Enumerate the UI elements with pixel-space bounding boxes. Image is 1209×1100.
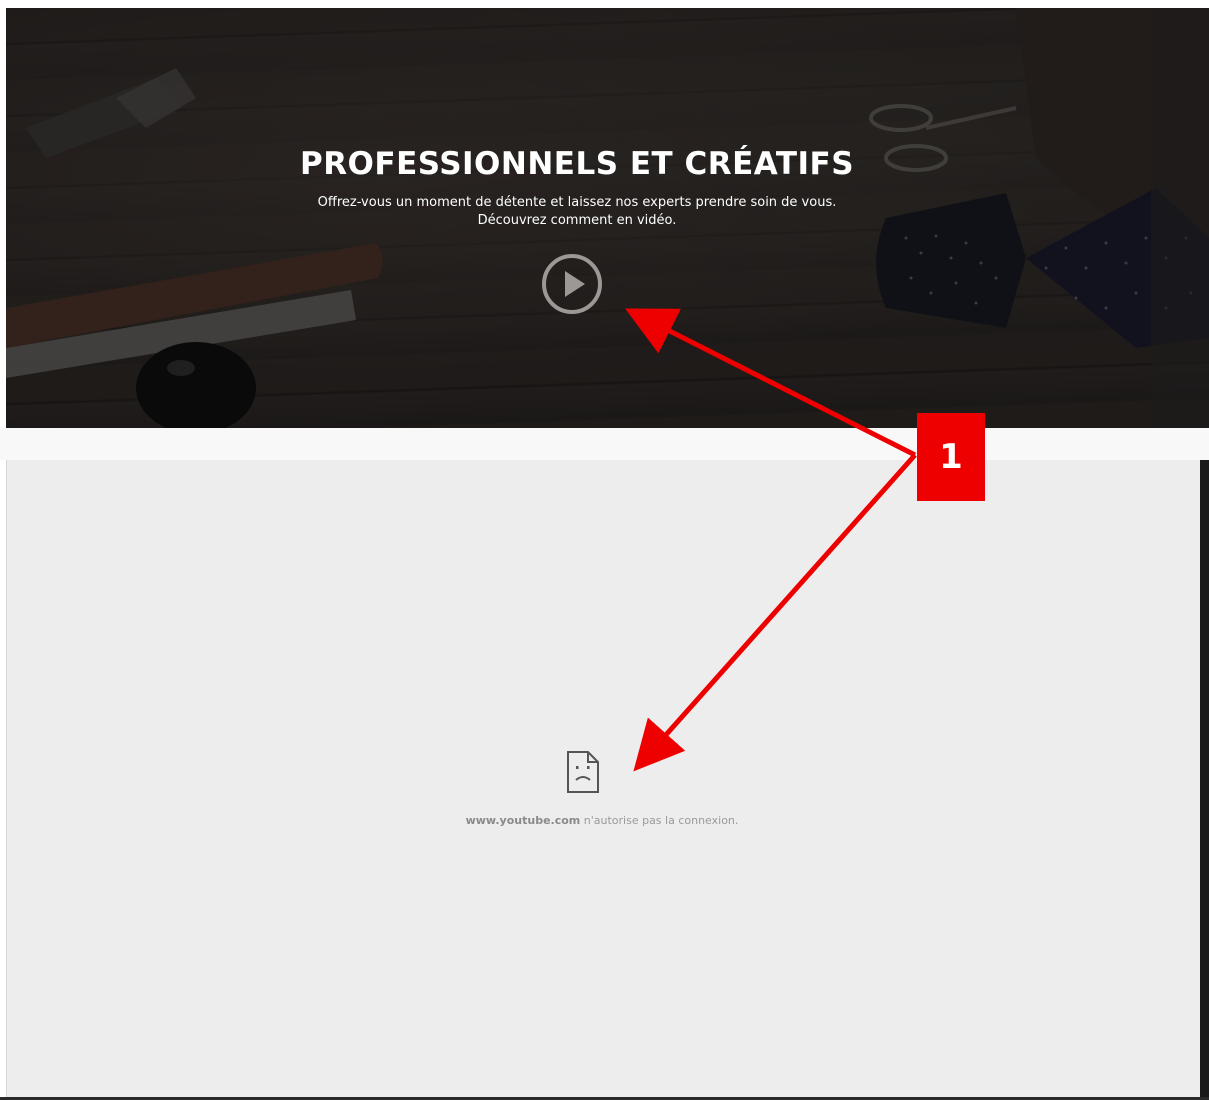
sad-file-icon (567, 751, 599, 793)
error-domain: www.youtube.com (465, 814, 581, 827)
embed-error-message: www.youtube.com n'autorise pas la connex… (0, 814, 1204, 827)
error-text: n'autorise pas la connexion. (580, 814, 739, 827)
hero-right-panel (1151, 8, 1209, 428)
hero-subtitle-line-2: Découvrez comment en vidéo. (477, 213, 677, 228)
hero-banner: PROFESSIONNELS ET CRÉATIFS Offrez-vous u… (6, 8, 1209, 428)
hero-subtitle-line-1: Offrez-vous un moment de détente et lais… (317, 195, 837, 210)
annotation-badge: 1 (917, 413, 985, 501)
embed-scrollbar-edge (1200, 460, 1209, 1100)
hero-subtitle: Offrez-vous un moment de détente et lais… (6, 194, 1148, 230)
hero-title: PROFESSIONNELS ET CRÉATIFS (299, 146, 855, 182)
play-circle-icon[interactable] (540, 252, 604, 316)
video-embed-frame (6, 460, 1201, 1100)
page: PROFESSIONNELS ET CRÉATIFS Offrez-vous u… (0, 0, 1209, 1100)
section-divider (0, 428, 1209, 460)
